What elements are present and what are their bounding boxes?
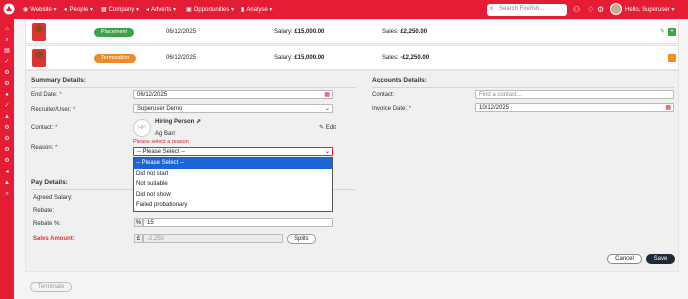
external-link-icon[interactable]: ⇗: [196, 119, 201, 125]
contact-label: Contact: *: [31, 125, 58, 131]
percent-addon: %: [134, 218, 143, 227]
reason-option[interactable]: -- Please Select --: [134, 158, 332, 169]
person-icon: ●: [64, 7, 68, 13]
termination-salary: Salary: £15,000.00: [274, 55, 325, 61]
nav-adverts[interactable]: ◂ Adverts ▾: [146, 6, 176, 13]
search-icon[interactable]: ⌕: [3, 36, 11, 44]
end-date-input[interactable]: 06/12/2025 ▦: [133, 90, 333, 99]
edit-contact-link[interactable]: ✎ Edit: [319, 124, 336, 131]
nav-analyse[interactable]: ▮ Analyse ▾: [241, 6, 272, 13]
accounts-contact-label: Contact:: [372, 92, 395, 98]
placement-badge: Placement: [94, 28, 134, 37]
invoice-date-input[interactable]: 10/12/2025 ▦: [475, 103, 674, 112]
splits-button[interactable]: Splits: [287, 234, 316, 244]
firefish-logo-icon[interactable]: [3, 3, 15, 15]
reason-label: Reason: *: [31, 145, 58, 151]
config-icon[interactable]: ⚙: [3, 124, 11, 132]
tools-icon[interactable]: ⚙: [3, 146, 11, 154]
edit-pencil-icon[interactable]: ✎: [660, 28, 665, 35]
config-alt-icon[interactable]: ⚙: [3, 135, 11, 143]
termination-row: Termination 06/12/2025 Salary: £15,000.0…: [25, 45, 679, 70]
placement-salary: Salary: £15,000.00: [274, 29, 325, 35]
candidate-avatar: [32, 23, 46, 41]
home-icon[interactable]: ⌂: [3, 25, 11, 33]
reason-option[interactable]: Did not start: [134, 169, 332, 180]
nav-opportunities[interactable]: ▣ Opportunities ▾: [186, 6, 234, 13]
placement-row: Placement 06/12/2025 Salary: £15,000.00 …: [25, 19, 679, 44]
settings-alt-icon[interactable]: ⚙: [3, 80, 11, 88]
add-plus-icon[interactable]: +: [668, 28, 676, 36]
rebate-percent-label: Rebate %:: [33, 221, 62, 227]
sales-amount-label: Sales Amount:: [33, 236, 75, 242]
divider: [31, 87, 356, 88]
nav-company[interactable]: ▦ Company ▾: [101, 6, 139, 13]
settings-gear-icon[interactable]: ⚙: [597, 5, 604, 14]
calendar-icon[interactable]: ▦: [665, 104, 671, 112]
check-icon[interactable]: ✓: [3, 58, 11, 66]
chevron-down-icon: ⌄: [324, 149, 330, 155]
recruiter-select[interactable]: Superuser Demo ⌄: [133, 104, 333, 113]
user-menu[interactable]: Hello, Superuser ▾: [625, 6, 674, 13]
agreed-salary-label: Agreed Salary:: [33, 195, 73, 201]
contact-avatar: HP: [133, 119, 151, 137]
rebate-label: Rebate:: [33, 208, 55, 214]
add-person-icon[interactable]: ⚇: [573, 5, 580, 14]
currency-addon: £: [134, 234, 143, 243]
edit-pencil-icon: ✎: [319, 125, 325, 131]
terminate-button[interactable]: Terminate: [30, 282, 72, 292]
building-icon: ▦: [101, 7, 107, 13]
termination-sales: Sales: -£2,250.00: [382, 55, 430, 61]
accounts-contact-input[interactable]: Find a contact...: [475, 90, 674, 99]
collapse-minus-icon[interactable]: −: [668, 54, 676, 62]
left-sidebar: ⌂ ⌕ ▤ ✓ ⚙ ⚙ ● ✓ ▲ ⚙ ⚙ ⚙ ⚙ ◂ ▲ »: [0, 19, 14, 299]
termination-date: 06/12/2025: [166, 55, 197, 61]
pay-details-title: Pay Details:: [31, 179, 68, 186]
notification-bell-icon[interactable]: ♢: [587, 5, 594, 14]
megaphone-icon: ◂: [146, 7, 150, 13]
top-navigation-bar: ◉ Website ▾ ● People ▾ ▦ Company ▾ ◂ Adverts…: [0, 0, 688, 19]
sales-amount-input: -2,250: [143, 234, 283, 243]
chevron-down-icon: ⌄: [324, 106, 330, 112]
termination-form-panel: Summary Details: End Date: * 06/12/2025 ▦…: [25, 70, 679, 272]
settings-icon[interactable]: ⚙: [3, 69, 11, 77]
reason-dropdown-list: -- Please Select -- Did not start Not su…: [133, 157, 333, 212]
candidate-avatar: [32, 49, 46, 67]
contact-role[interactable]: Hiring Person ⇗: [155, 118, 201, 125]
calendar-icon[interactable]: ▦: [324, 91, 330, 99]
options-icon[interactable]: ⚙: [3, 157, 11, 165]
nav-people[interactable]: ● People ▾: [64, 6, 93, 13]
approve-icon[interactable]: ✓: [3, 102, 11, 110]
briefcase-icon: ▣: [186, 7, 192, 13]
reason-option[interactable]: Did not show: [134, 190, 332, 201]
save-button[interactable]: Save: [646, 254, 675, 264]
rebate-percent-input[interactable]: 15: [143, 218, 333, 227]
contact-name[interactable]: Ag Barr: [155, 131, 175, 137]
reason-select[interactable]: -- Please Select -- ⌄: [133, 147, 333, 156]
announce-icon[interactable]: ◂: [3, 168, 11, 176]
recruiter-label: Recruiter/User: *: [31, 107, 76, 113]
global-search-input[interactable]: ⌕ Search Firefish...: [487, 4, 567, 16]
summary-details-title: Summary Details:: [31, 77, 86, 84]
search-icon: ⌕: [490, 6, 494, 12]
placement-date: 06/12/2025: [166, 29, 197, 35]
contacts-icon[interactable]: ▤: [3, 47, 11, 55]
globe-icon: ◉: [23, 7, 29, 13]
invoice-date-label: Invoice Date: *: [372, 106, 412, 112]
expand-sidebar-icon[interactable]: »: [3, 190, 11, 198]
alert-icon[interactable]: ▲: [3, 113, 11, 121]
reason-error-message: Please select a reason: [133, 139, 189, 145]
end-date-label: End Date: *: [31, 92, 62, 98]
user-avatar[interactable]: [610, 3, 622, 15]
bell-icon[interactable]: ▲: [3, 179, 11, 187]
termination-badge: Termination: [94, 54, 137, 63]
nav-website[interactable]: ◉ Website ▾: [23, 6, 57, 13]
divider: [372, 87, 674, 88]
accounts-details-title: Accounts Details:: [372, 77, 427, 84]
reason-option[interactable]: Failed probationary: [134, 200, 332, 211]
cancel-button[interactable]: Cancel: [607, 254, 642, 264]
placement-sales: Sales: £2,250.00: [382, 29, 428, 35]
bar-chart-icon: ▮: [241, 7, 245, 13]
tasks-icon[interactable]: ●: [3, 91, 11, 99]
reason-option[interactable]: Not suitable: [134, 179, 332, 190]
